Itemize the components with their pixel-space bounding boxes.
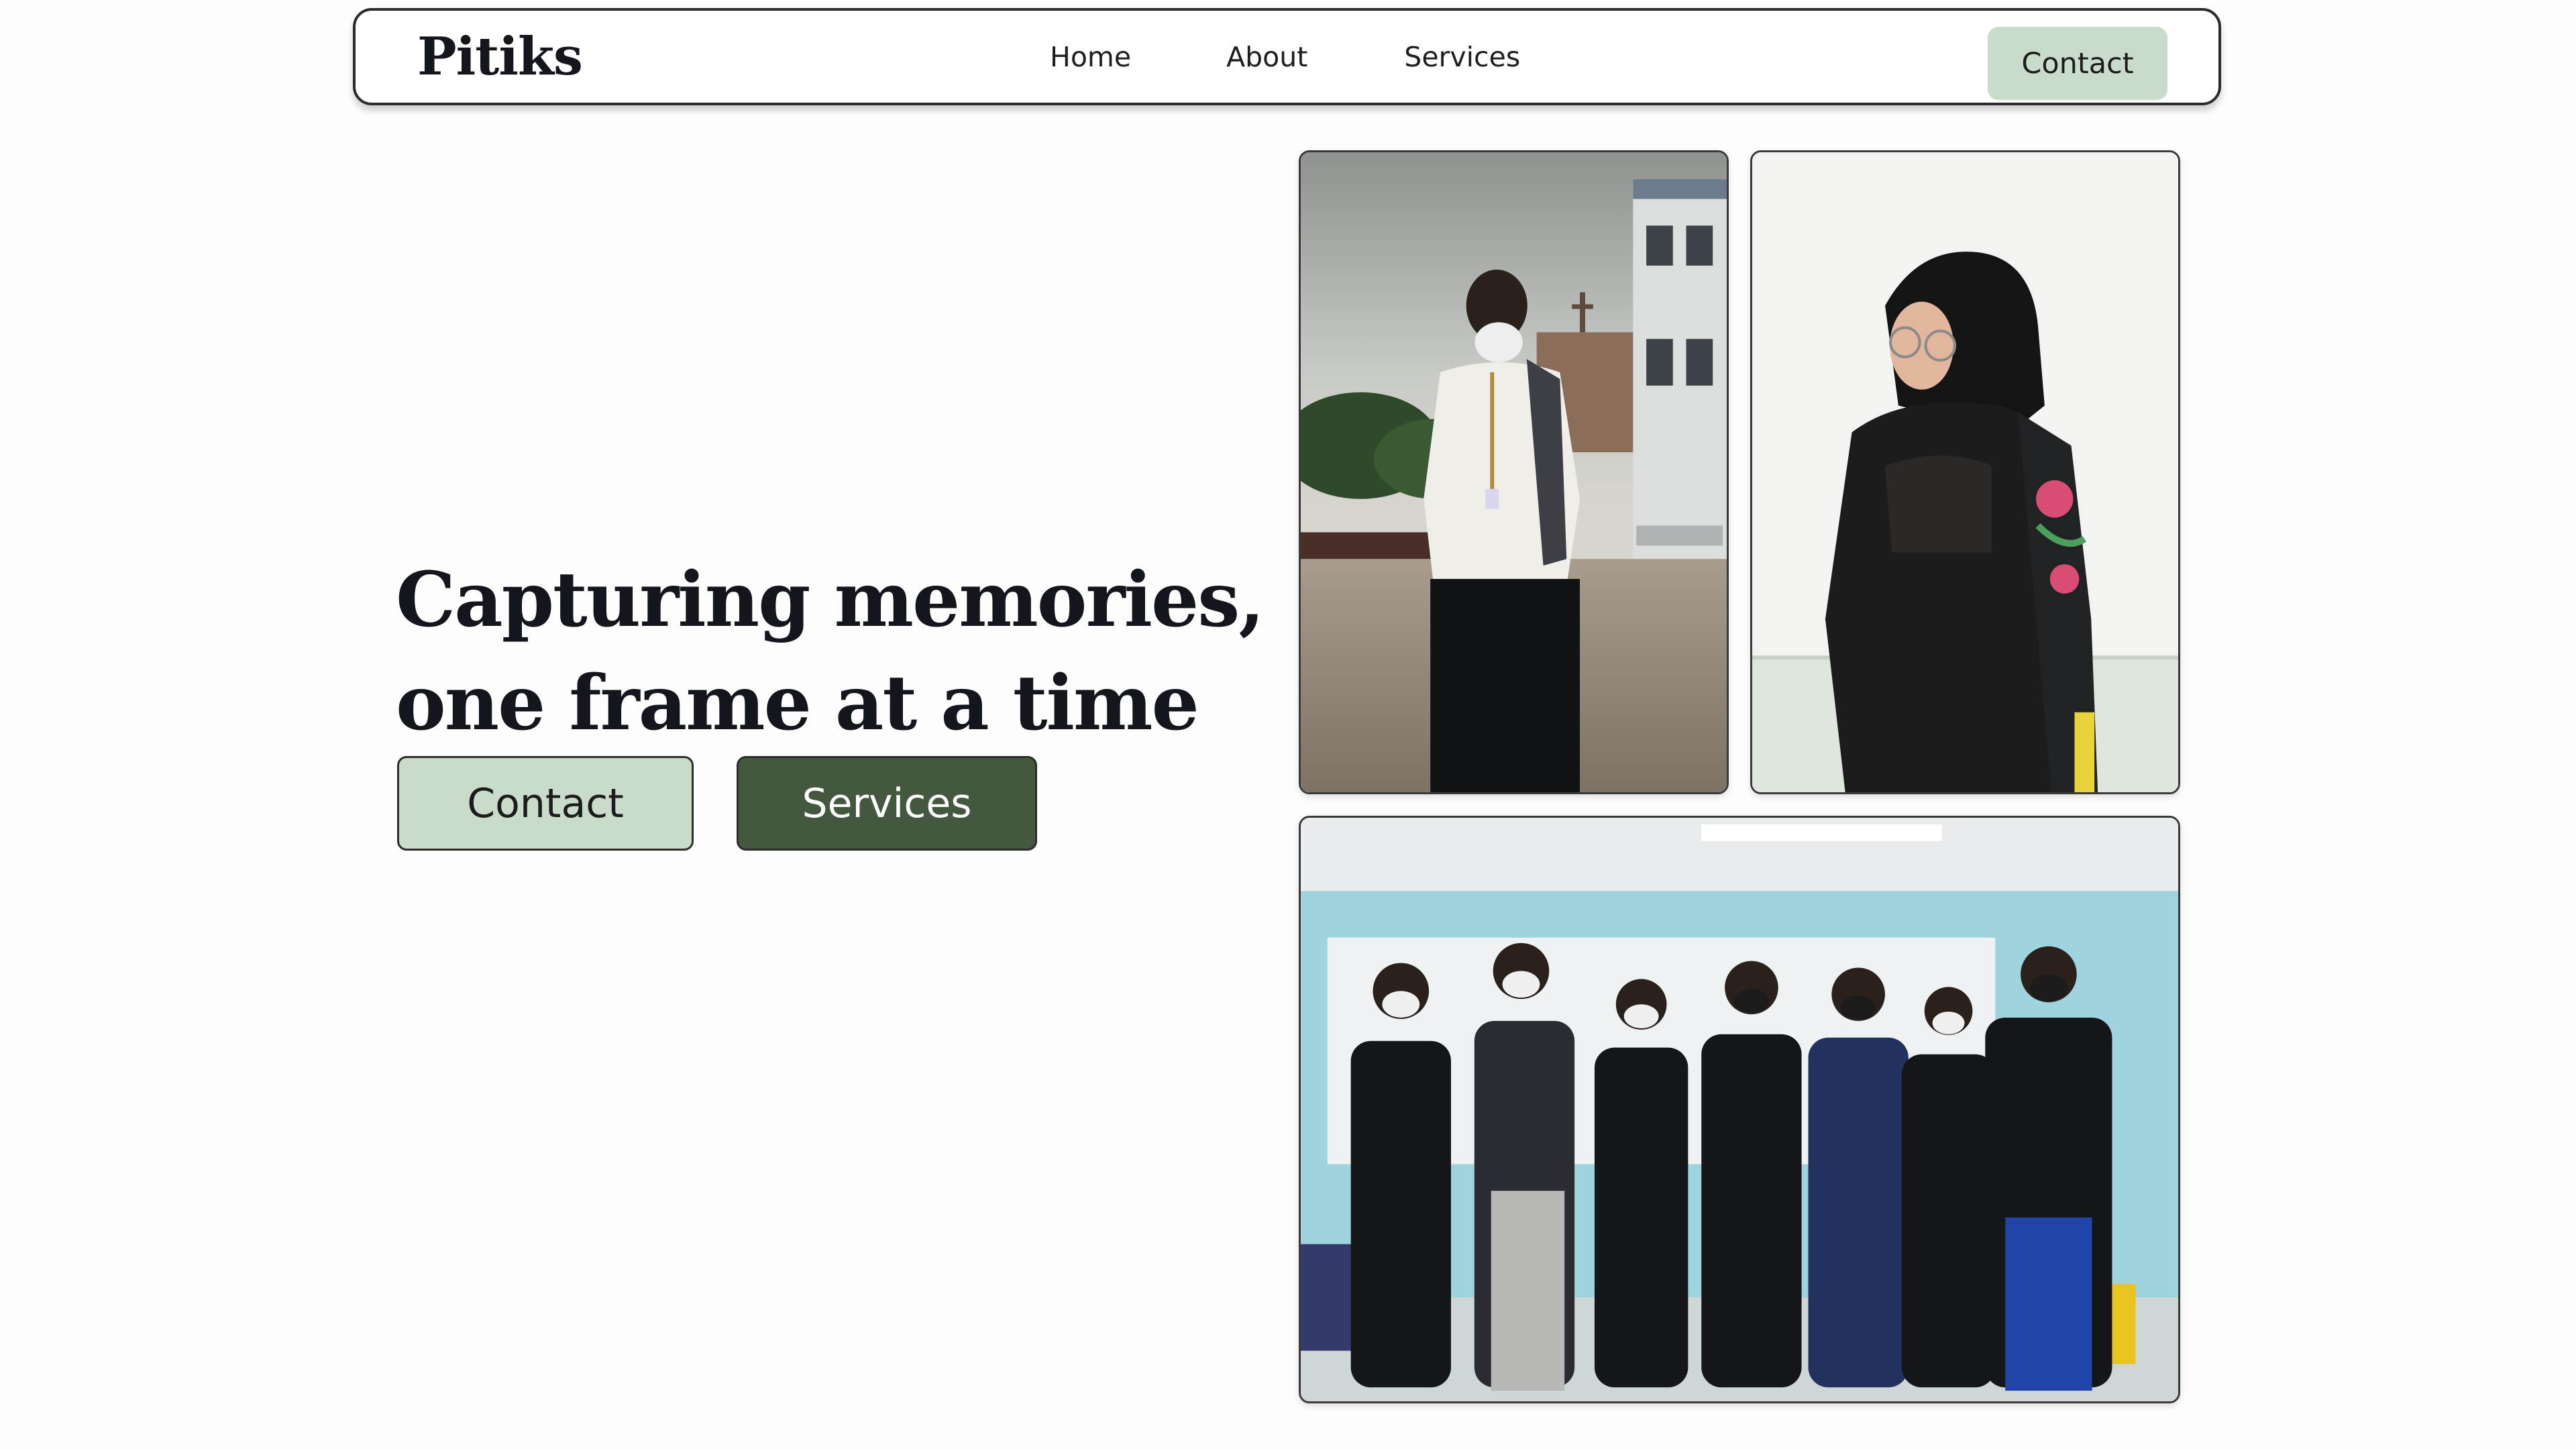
photo-student-outdoors xyxy=(1299,150,1729,794)
top-navbar: Pitiks Home About Services Contact xyxy=(353,8,2221,105)
photo-student-outdoors-image xyxy=(1301,152,1727,792)
hero-title-line-2: one frame at a time xyxy=(396,659,1199,747)
photo-person-scarf xyxy=(1750,150,2180,794)
hero-contact-button[interactable]: Contact xyxy=(397,756,694,851)
hero-title-line-1: Capturing memories, xyxy=(396,556,1265,644)
nav-link-services[interactable]: Services xyxy=(1404,41,1520,73)
nav-contact-button[interactable]: Contact xyxy=(1988,27,2167,100)
nav-link-home[interactable]: Home xyxy=(1050,41,1131,73)
photo-group-classroom-image xyxy=(1301,818,2178,1401)
nav-link-about[interactable]: About xyxy=(1226,41,1307,73)
photo-person-scarf-image xyxy=(1752,152,2178,792)
photo-group-classroom xyxy=(1299,816,2180,1403)
hero-services-button[interactable]: Services xyxy=(737,756,1037,851)
site-logo[interactable]: Pitiks xyxy=(417,11,583,103)
hero-title: Capturing memories, one frame at a time xyxy=(396,549,1265,755)
nav-links: Home About Services xyxy=(1050,11,1520,103)
